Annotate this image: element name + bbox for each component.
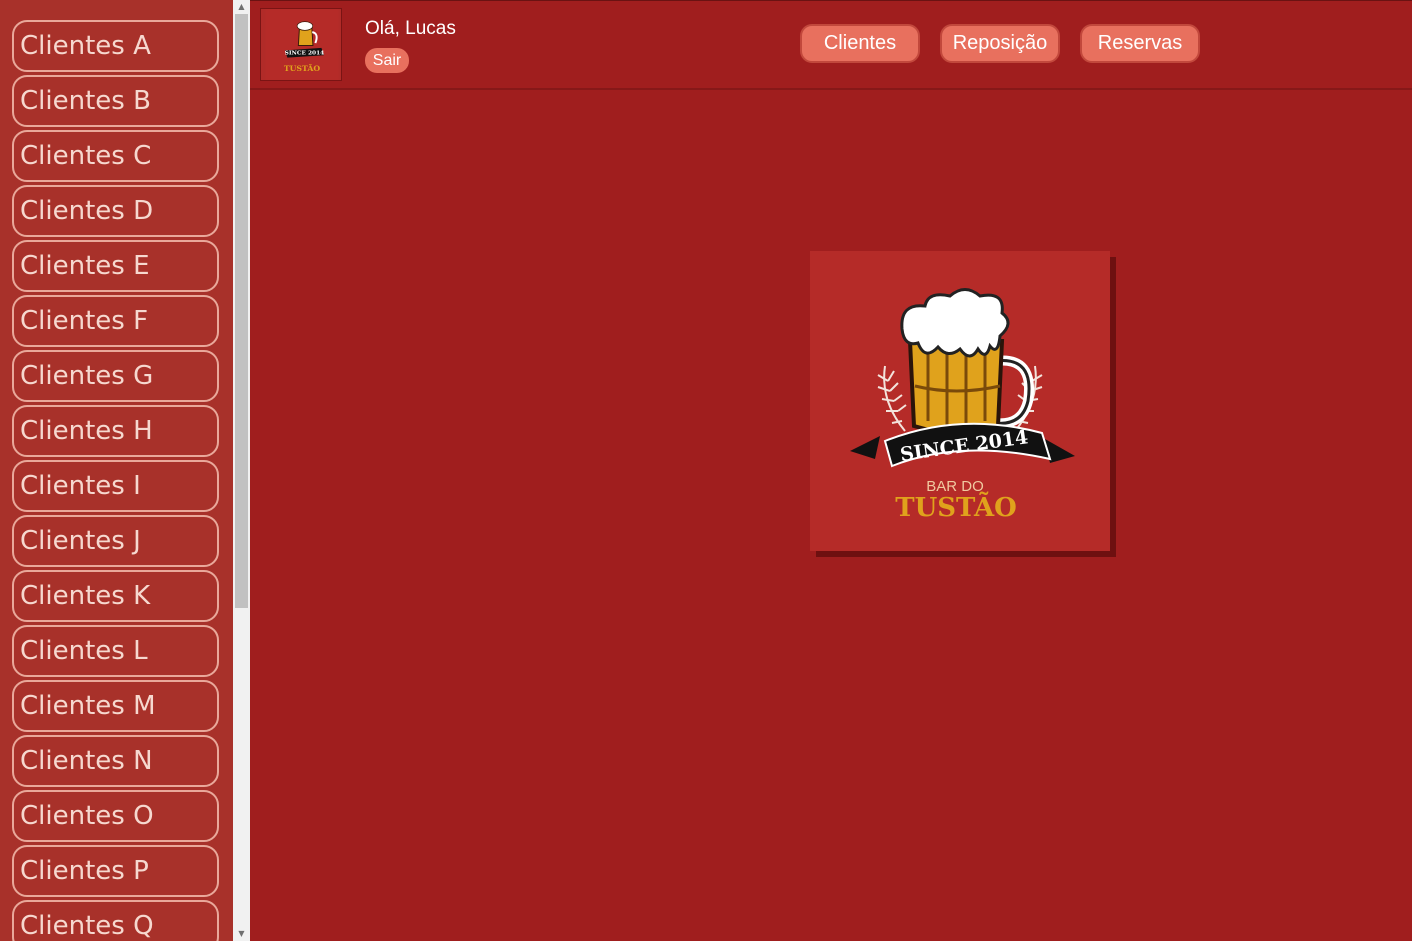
svg-text:TUSTÃO: TUSTÃO bbox=[895, 491, 1017, 523]
nav-reposicao-button[interactable]: Reposição bbox=[940, 24, 1060, 63]
sidebar-item-clientes-n[interactable]: Clientes N bbox=[12, 735, 219, 787]
sidebar-item-clientes-p[interactable]: Clientes P bbox=[12, 845, 219, 897]
scroll-down-arrow-icon[interactable]: ▼ bbox=[233, 927, 250, 941]
sidebar-item-clientes-o[interactable]: Clientes O bbox=[12, 790, 219, 842]
bar-logo: SINCE 2014 BAR DO TUSTÃO bbox=[810, 251, 1110, 551]
sidebar-item-clientes-k[interactable]: Clientes K bbox=[12, 570, 219, 622]
beer-mug-logo-icon: SINCE 2014 BAR DO TUSTÃO bbox=[810, 251, 1110, 551]
sidebar-item-clientes-c[interactable]: Clientes C bbox=[12, 130, 219, 182]
sidebar-item-clientes-b[interactable]: Clientes B bbox=[12, 75, 219, 127]
sidebar-item-clientes-g[interactable]: Clientes G bbox=[12, 350, 219, 402]
svg-text:SINCE 2014: SINCE 2014 bbox=[285, 51, 325, 57]
logout-button[interactable]: Sair bbox=[365, 48, 409, 73]
sidebar-item-clientes-l[interactable]: Clientes L bbox=[12, 625, 219, 677]
sidebar-item-clientes-q[interactable]: Clientes Q bbox=[12, 900, 219, 941]
sidebar-item-clientes-i[interactable]: Clientes I bbox=[12, 460, 219, 512]
sidebar-list: Clientes A Clientes B Clientes C Cliente… bbox=[12, 20, 219, 941]
beer-mug-logo-icon: SINCE 2014 TUSTÃO bbox=[265, 9, 339, 80]
svg-text:TUSTÃO: TUSTÃO bbox=[284, 64, 321, 73]
sidebar-item-clientes-j[interactable]: Clientes J bbox=[12, 515, 219, 567]
nav-clientes-button[interactable]: Clientes bbox=[800, 24, 920, 63]
scroll-thumb[interactable] bbox=[235, 14, 248, 608]
header: SINCE 2014 TUSTÃO Olá, Lucas Sair Client… bbox=[250, 0, 1412, 90]
greeting-text: Olá, Lucas bbox=[365, 18, 456, 39]
sidebar-item-clientes-h[interactable]: Clientes H bbox=[12, 405, 219, 457]
sidebar-item-clientes-a[interactable]: Clientes A bbox=[12, 20, 219, 72]
scroll-up-arrow-icon[interactable]: ▲ bbox=[233, 0, 250, 14]
nav-reservas-button[interactable]: Reservas bbox=[1080, 24, 1200, 63]
sidebar-item-clientes-f[interactable]: Clientes F bbox=[12, 295, 219, 347]
sidebar-item-clientes-e[interactable]: Clientes E bbox=[12, 240, 219, 292]
sidebar: Clientes A Clientes B Clientes C Cliente… bbox=[0, 0, 233, 941]
sidebar-item-clientes-d[interactable]: Clientes D bbox=[12, 185, 219, 237]
sidebar-scrollbar[interactable]: ▲ ▼ bbox=[233, 0, 250, 941]
sidebar-item-clientes-m[interactable]: Clientes M bbox=[12, 680, 219, 732]
logo-thumbnail: SINCE 2014 TUSTÃO bbox=[260, 8, 342, 81]
